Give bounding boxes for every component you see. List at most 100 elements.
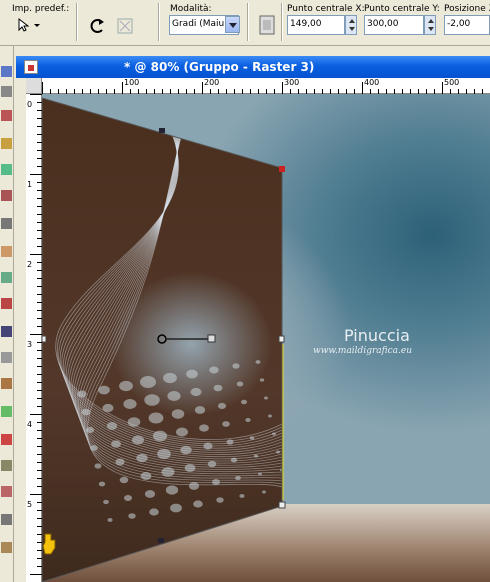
ruler-label: 200 bbox=[204, 78, 220, 87]
tool-icon[interactable] bbox=[1, 218, 12, 229]
document-title: * @ 80% (Gruppo - Raster 3) bbox=[124, 60, 315, 74]
preset-label: Imp. predef.: bbox=[12, 4, 70, 14]
tool-icon[interactable] bbox=[1, 110, 12, 121]
halftone-dot bbox=[184, 463, 196, 473]
tool-icon[interactable] bbox=[1, 378, 12, 389]
center-y-spinner[interactable] bbox=[424, 15, 436, 35]
halftone-dot bbox=[165, 485, 179, 495]
halftone-dot bbox=[193, 500, 203, 508]
rotate-icon[interactable] bbox=[88, 18, 106, 37]
center-x-value: 149,00 bbox=[290, 19, 322, 29]
corner-handle[interactable] bbox=[279, 166, 285, 172]
position-x-input[interactable]: -2,00 bbox=[444, 15, 490, 35]
window-edge bbox=[16, 78, 26, 582]
right-handle[interactable] bbox=[278, 335, 285, 343]
center-y-input[interactable]: 300,00 bbox=[364, 15, 424, 35]
halftone-dot bbox=[188, 482, 200, 490]
preset-arrow-icon[interactable] bbox=[16, 17, 42, 35]
halftone-dot bbox=[111, 440, 121, 448]
halftone-dot bbox=[163, 372, 177, 384]
halftone-dot bbox=[176, 427, 188, 437]
tool-icon[interactable] bbox=[1, 190, 12, 201]
halftone-dot bbox=[161, 467, 175, 477]
halftone-dot bbox=[119, 476, 129, 484]
halftone-dot bbox=[124, 495, 132, 501]
halftone-dot bbox=[81, 408, 91, 416]
halftone-dot bbox=[170, 503, 182, 513]
tools-palette bbox=[0, 46, 14, 582]
tool-icon[interactable] bbox=[1, 542, 12, 553]
halftone-dot bbox=[127, 417, 141, 427]
deformed-panel[interactable] bbox=[42, 94, 490, 582]
toolbar-divider bbox=[247, 3, 249, 41]
halftone-dot bbox=[98, 481, 106, 487]
halftone-dot bbox=[186, 369, 198, 379]
halftone-dot bbox=[136, 453, 148, 463]
halftone-dot bbox=[98, 385, 110, 395]
halftone-dot bbox=[115, 458, 125, 466]
tool-icon[interactable] bbox=[1, 298, 12, 309]
halftone-dot bbox=[157, 448, 171, 460]
halftone-dot bbox=[249, 436, 255, 440]
reset-icon[interactable] bbox=[116, 17, 134, 38]
halftone-dot bbox=[268, 414, 272, 418]
tool-icon[interactable] bbox=[1, 514, 12, 525]
paint-shop-window: Imp. predef.: Modalità: Gradi (Maiu: Pun… bbox=[0, 0, 490, 582]
halftone-dot bbox=[77, 390, 87, 398]
tool-icon[interactable] bbox=[1, 246, 12, 257]
document-titlebar[interactable]: * @ 80% (Gruppo - Raster 3) bbox=[16, 56, 490, 78]
tool-icon[interactable] bbox=[1, 272, 12, 283]
tool-icon[interactable] bbox=[1, 406, 12, 417]
deform-icon[interactable] bbox=[258, 14, 276, 39]
left-handle[interactable] bbox=[42, 335, 47, 343]
center-x-input[interactable]: 149,00 bbox=[287, 15, 345, 35]
mode-select-value: Gradi (Maiu: bbox=[172, 19, 228, 29]
halftone-dot bbox=[167, 391, 181, 401]
halftone-dot bbox=[194, 406, 206, 414]
halftone-dot bbox=[144, 394, 160, 406]
halftone-dot bbox=[259, 378, 265, 382]
tool-icon[interactable] bbox=[1, 486, 12, 497]
rotation-handle[interactable] bbox=[207, 334, 216, 343]
ruler-label: 400 bbox=[364, 78, 380, 87]
tool-icon[interactable] bbox=[1, 460, 12, 471]
halftone-dot bbox=[284, 487, 288, 490]
center-y-value: 300,00 bbox=[367, 19, 399, 29]
ruler-label: 0 bbox=[27, 100, 33, 109]
toolbar-divider bbox=[76, 3, 78, 41]
halftone-dot bbox=[239, 494, 245, 498]
halftone-dot bbox=[272, 432, 276, 436]
halftone-dot bbox=[144, 490, 156, 498]
tool-icon[interactable] bbox=[1, 326, 12, 337]
halftone-dot bbox=[85, 426, 95, 434]
halftone-dot bbox=[203, 442, 213, 450]
horizontal-ruler: 100 200 300 400 500 bbox=[42, 78, 490, 94]
halftone-dot bbox=[171, 409, 185, 419]
halftone-dot bbox=[140, 471, 152, 481]
halftone-dot bbox=[106, 422, 118, 430]
ruler-label: 5 bbox=[27, 500, 33, 509]
mode-label: Modalità: bbox=[170, 4, 212, 14]
mode-dropdown-arrow-icon[interactable] bbox=[225, 16, 240, 33]
tool-icon[interactable] bbox=[1, 86, 12, 97]
pick-tool-icon[interactable] bbox=[1, 66, 12, 77]
bottom-handle[interactable] bbox=[158, 538, 164, 543]
tool-icon[interactable] bbox=[1, 434, 12, 445]
halftone-dot bbox=[207, 460, 217, 468]
tool-icon[interactable] bbox=[1, 138, 12, 149]
tool-icon[interactable] bbox=[1, 352, 12, 363]
vertical-ruler: 0 1 2 3 4 5 bbox=[26, 94, 42, 582]
halftone-dot bbox=[152, 430, 168, 442]
watermark-name: Pinuccia bbox=[344, 326, 410, 345]
tool-icon[interactable] bbox=[1, 164, 12, 175]
center-x-spinner[interactable] bbox=[345, 15, 357, 35]
ruler-label: 500 bbox=[444, 78, 460, 87]
halftone-dot bbox=[123, 399, 137, 409]
top-handle[interactable] bbox=[159, 128, 165, 133]
image-canvas[interactable]: Pinuccia www.maildigrafica.eu bbox=[42, 94, 490, 582]
corner-handle[interactable] bbox=[278, 501, 286, 509]
halftone-dot bbox=[253, 454, 259, 458]
halftone-dot bbox=[236, 381, 244, 387]
halftone-dot bbox=[119, 380, 133, 392]
halftone-dot bbox=[199, 424, 209, 432]
